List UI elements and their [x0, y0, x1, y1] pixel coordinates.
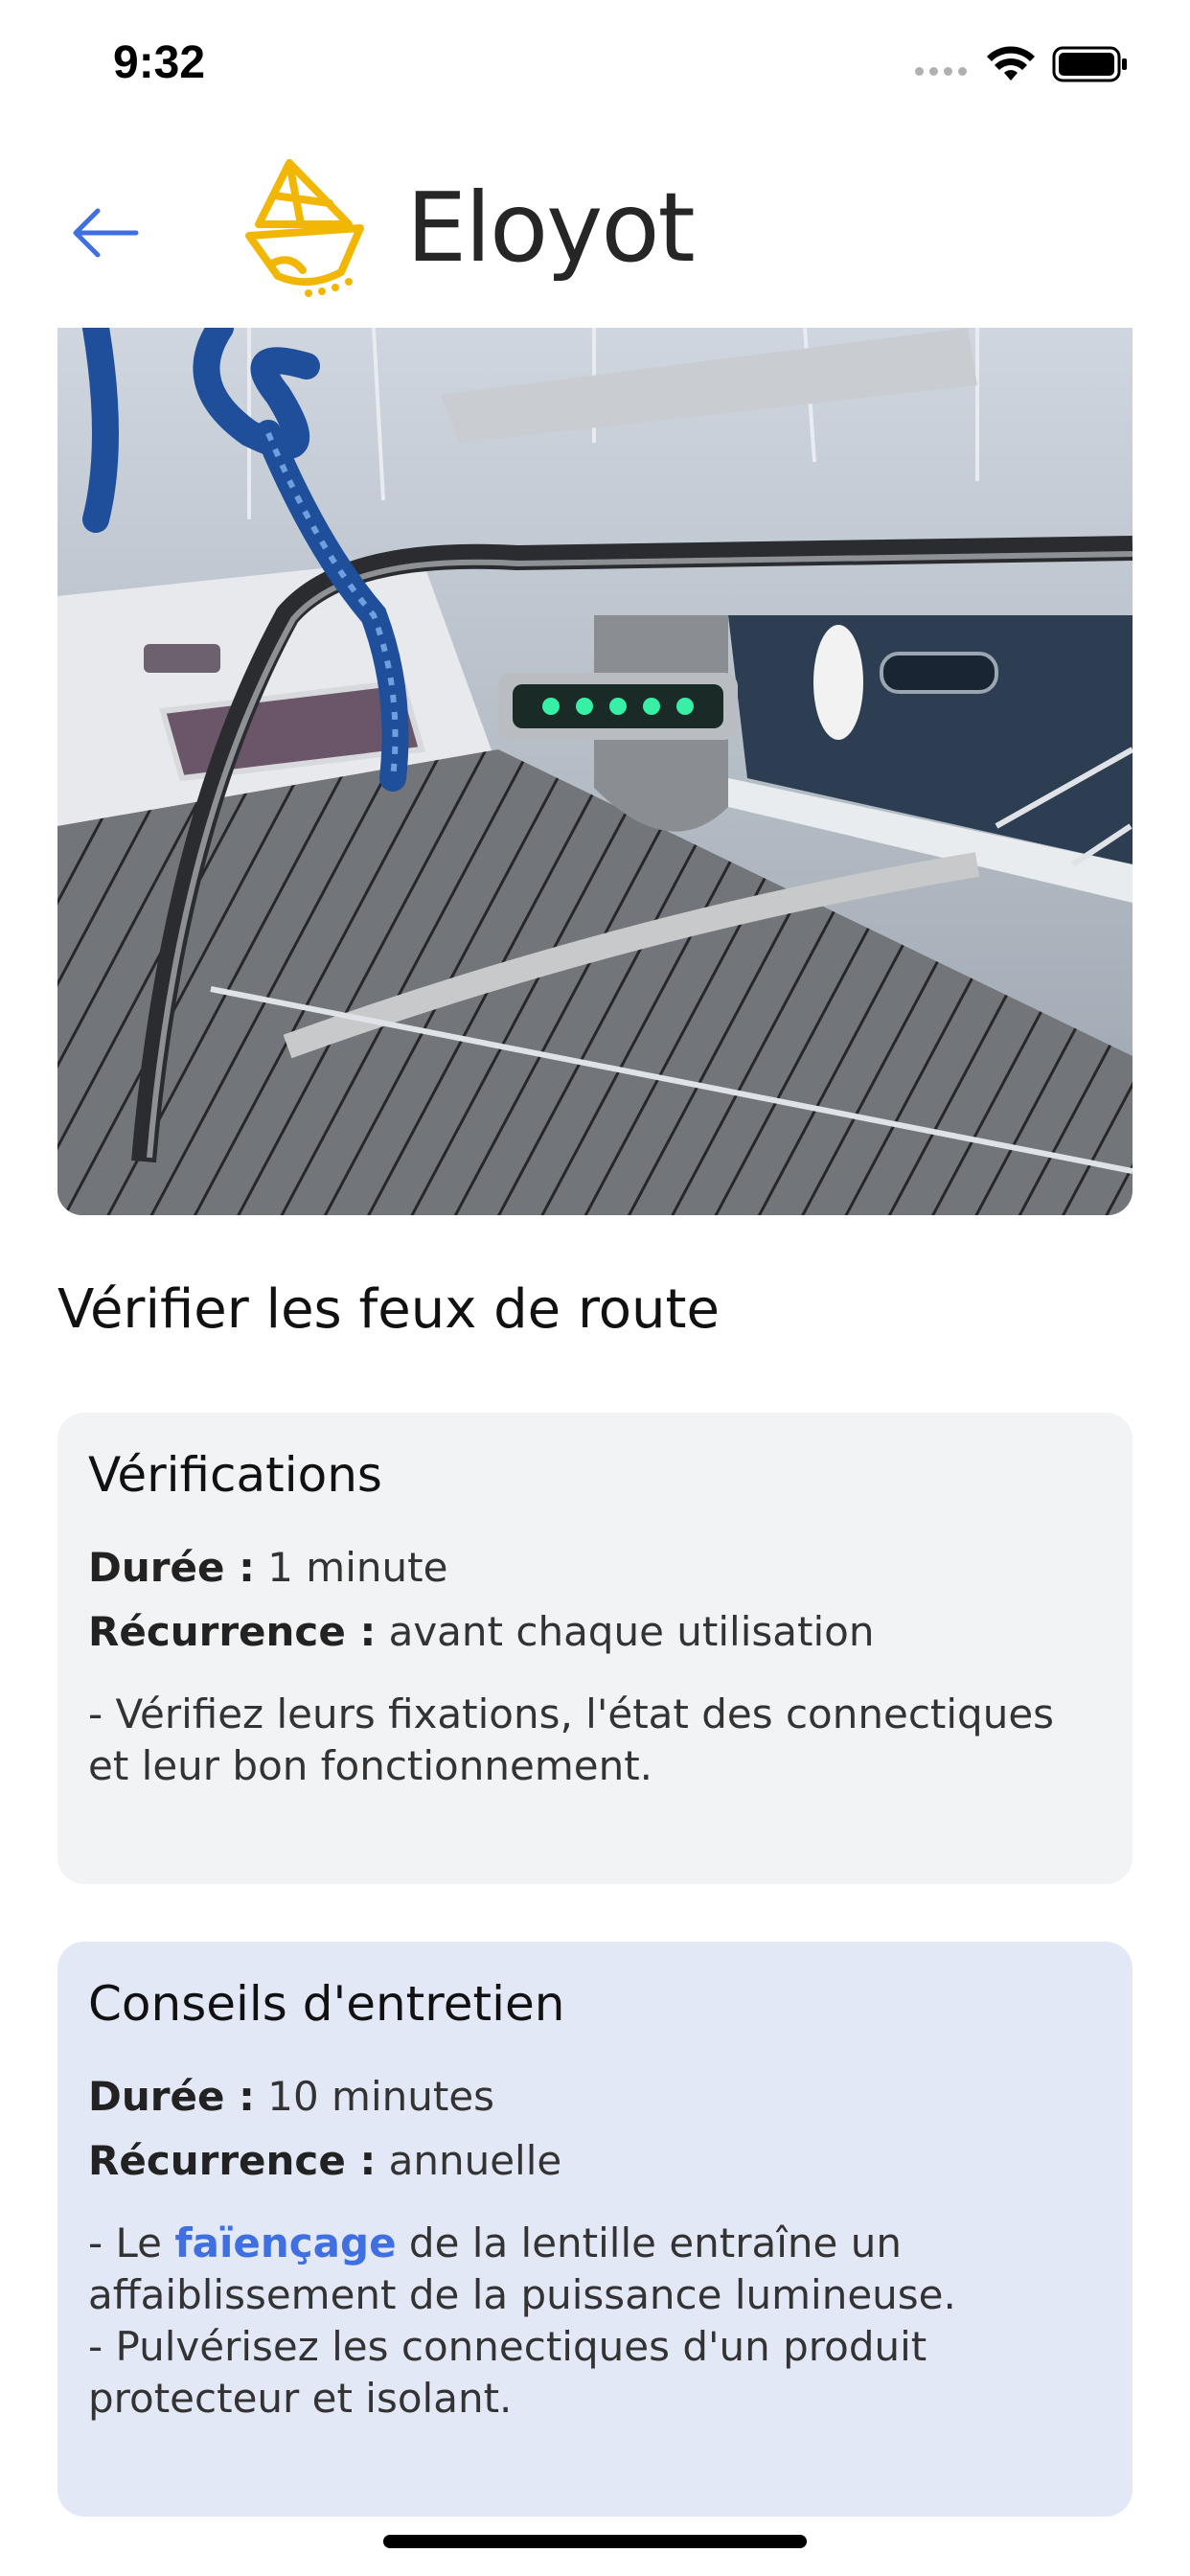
cellular-signal-icon: [915, 67, 967, 76]
recurrence-label: Récurrence :: [88, 2137, 377, 2184]
task-title: Vérifier les feux de route: [57, 1278, 720, 1341]
verifications-recurrence: Récurrence : avant chaque utilisation: [88, 1599, 1102, 1664]
status-time: 9:32: [113, 37, 206, 88]
verifications-heading: Vérifications: [88, 1447, 382, 1503]
maintenance-card: Conseils d'entretien Durée : 10 minutes …: [57, 1942, 1133, 2517]
duration-value: 1 minute: [267, 1544, 448, 1591]
duration-value: 10 minutes: [267, 2073, 495, 2120]
wifi-icon: [987, 46, 1035, 80]
recurrence-value: annuelle: [388, 2137, 562, 2184]
verifications-card: Vérifications Durée : 1 minute Récurrenc…: [57, 1413, 1133, 1884]
battery-icon: [1052, 46, 1127, 82]
home-indicator: [383, 2535, 807, 2548]
app-title: Eloyot: [406, 172, 696, 284]
maintenance-text-prefix: - Le: [88, 2220, 163, 2266]
verifications-duration: Durée : 1 minute: [88, 1535, 1102, 1599]
sailboat-logo-icon: [245, 159, 364, 297]
nav-header: Eloyot: [0, 144, 1190, 316]
back-arrow-icon[interactable]: [67, 199, 144, 266]
maintenance-recurrence: Récurrence : annuelle: [88, 2128, 1102, 2193]
verifications-text: - Vérifiez leurs fixations, l'état des c…: [88, 1690, 1055, 1789]
faiencage-link[interactable]: faïençage: [174, 2220, 396, 2266]
recurrence-value: avant chaque utilisation: [388, 1608, 875, 1655]
boat-navigation-light-photo: [57, 328, 1133, 1215]
maintenance-heading: Conseils d'entretien: [88, 1976, 565, 2032]
duration-label: Durée :: [88, 2073, 255, 2120]
recurrence-label: Récurrence :: [88, 1608, 377, 1655]
maintenance-text: - Le faïençage de la lentille entraîne u…: [88, 2218, 1102, 2425]
status-bar: 9:32: [0, 0, 1190, 134]
maintenance-text-line2: - Pulvérisez les connectiques d'un produ…: [88, 2323, 927, 2422]
duration-label: Durée :: [88, 1544, 255, 1591]
maintenance-duration: Durée : 10 minutes: [88, 2064, 1102, 2128]
